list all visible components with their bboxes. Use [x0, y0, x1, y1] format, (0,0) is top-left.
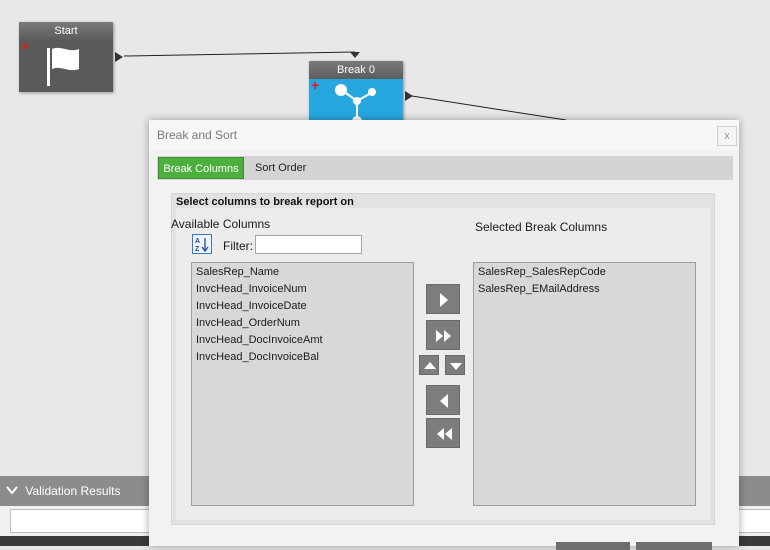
list-item[interactable]: InvcHead_InvoiceNum [192, 281, 413, 298]
selected-columns-label: Selected Break Columns [475, 220, 608, 234]
move-right-button[interactable] [426, 284, 460, 314]
move-down-button[interactable] [445, 355, 465, 375]
add-icon[interactable]: + [311, 77, 319, 93]
dialog-titlebar[interactable]: Break and Sort x [149, 120, 739, 150]
group-title: Select columns to break report on [176, 196, 354, 208]
available-columns-label: Available Columns [171, 217, 271, 231]
chevron-down-icon[interactable] [6, 476, 18, 506]
tab-bar: Break Columns Sort Order [157, 156, 733, 180]
start-node-title: Start [19, 22, 113, 40]
move-all-left-button[interactable] [426, 418, 460, 448]
filter-label: Filter: [223, 239, 253, 253]
list-item[interactable]: InvcHead_DocInvoiceBal [192, 349, 413, 366]
double-chevron-left-icon [437, 428, 452, 440]
filter-input[interactable] [255, 235, 362, 254]
dialog-title: Break and Sort [157, 128, 238, 142]
move-all-right-button[interactable] [426, 320, 460, 350]
sort-az-button[interactable]: A Z [192, 234, 212, 254]
flag-icon [47, 47, 79, 86]
sort-az-icon: A Z [195, 238, 209, 253]
available-columns-list[interactable]: SalesRep_Name InvcHead_InvoiceNum InvcHe… [191, 262, 414, 506]
chevron-right-icon [440, 293, 448, 307]
add-icon[interactable]: + [21, 38, 29, 54]
selected-break-columns-list[interactable]: SalesRep_SalesRepCode SalesRep_EMailAddr… [473, 262, 696, 506]
svg-text:Z: Z [195, 246, 200, 253]
list-item[interactable]: InvcHead_InvoiceDate [192, 298, 413, 315]
list-item[interactable]: SalesRep_SalesRepCode [474, 264, 695, 281]
chevron-left-icon [440, 394, 448, 408]
list-item[interactable]: SalesRep_EMailAddress [474, 281, 695, 298]
chevron-up-icon [424, 362, 436, 369]
list-item[interactable]: InvcHead_DocInvoiceAmt [192, 332, 413, 349]
start-node[interactable]: Start + [19, 22, 123, 92]
ok-button[interactable] [556, 542, 630, 550]
break-node-title: Break 0 [309, 61, 403, 79]
double-chevron-right-icon [436, 330, 451, 342]
cancel-button[interactable] [636, 542, 712, 550]
svg-text:A: A [195, 238, 200, 245]
validation-title: Validation Results [25, 484, 121, 498]
tab-break-columns[interactable]: Break Columns [158, 157, 244, 179]
output-port[interactable] [405, 91, 413, 101]
list-item[interactable]: SalesRep_Name [192, 264, 413, 281]
close-button[interactable]: x [717, 126, 737, 146]
tab-sort-order[interactable]: Sort Order [255, 157, 306, 179]
move-left-button[interactable] [426, 385, 460, 415]
move-up-button[interactable] [419, 355, 439, 375]
break-and-sort-dialog: Break and Sort x Break Columns Sort Orde… [149, 120, 739, 550]
output-port[interactable] [115, 52, 123, 62]
list-item[interactable]: InvcHead_OrderNum [192, 315, 413, 332]
chevron-down-icon [450, 363, 462, 370]
